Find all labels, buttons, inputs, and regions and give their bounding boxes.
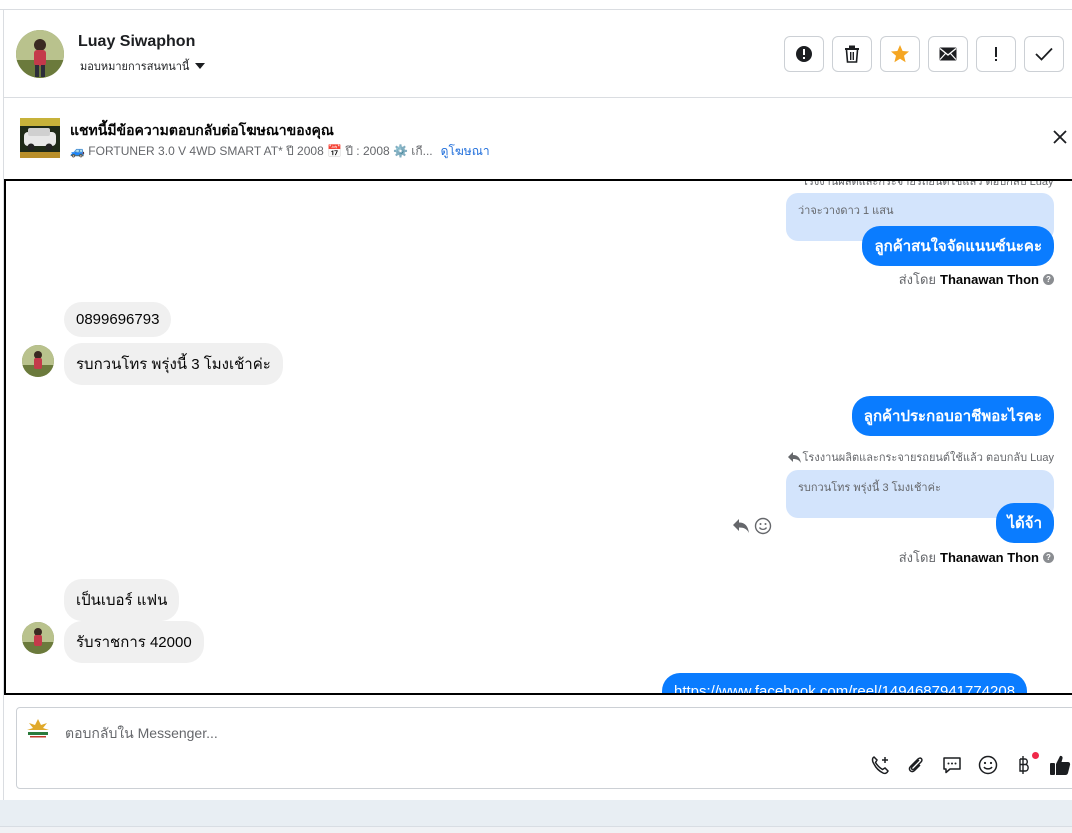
close-banner-button[interactable] [1052,129,1068,145]
reply-input[interactable]: ตอบกลับใน Messenger... [65,723,218,745]
like-icon [1050,755,1071,775]
emoji-button[interactable] [977,754,999,776]
sender-name: Thanawan Thon [940,272,1039,287]
outgoing-message[interactable]: ลูกค้าประกอบอาชีพอะไรคะ [851,396,1054,436]
incoming-message[interactable]: รบกวนโทร พรุ่งนี้ 3 โมงเช้าค่ะ [64,343,283,385]
mail-icon [939,47,957,61]
reply-context-top: โรงงานผลิตและกระจายรถยนต์ใช้แล้ว ตอบกลับ… [802,179,1054,190]
alert-circle-icon [796,46,812,62]
contact-avatar[interactable] [16,30,64,78]
reply-context-text: โรงงานผลิตและกระจายรถยนต์ใช้แล้ว ตอบกลับ… [802,179,1054,188]
outgoing-message[interactable]: ได้จ้า [995,503,1054,543]
sent-by-prefix: ส่งโดย [898,550,937,565]
contact-name[interactable]: Luay Siwaphon [78,33,195,51]
ad-description: 🚙 FORTUNER 3.0 V 4WD SMART AT* ปี 2008 📅… [70,144,433,158]
mark-unread-button[interactable] [928,36,968,72]
outgoing-message[interactable]: ลูกค้าสนใจจัดแนนซ์นะคะ [862,226,1054,266]
trash-icon [845,45,859,63]
contact-avatar-small [22,622,54,654]
payment-button[interactable] [1013,752,1039,776]
star-icon [891,45,909,63]
attachment-icon [908,757,923,773]
header-actions [784,36,1064,72]
info-icon[interactable]: ? [1043,552,1054,563]
emoji-icon [978,755,998,775]
ad-thumbnail[interactable] [20,118,60,158]
saved-reply-icon [943,757,961,774]
priority-button[interactable] [976,36,1016,72]
exclamation-icon [995,47,997,61]
ad-banner-title: แชทนี้มีข้อความตอบกลับต่อโฆษณาของคุณ [70,122,334,138]
caret-down-icon [195,63,206,69]
incoming-message[interactable]: รับราชการ 42000 [64,621,204,663]
quoted-text: ว่าจะวางดาว 1 แสน [798,205,894,217]
sender-name: Thanawan Thon [940,550,1039,565]
follow-up-button[interactable] [880,36,920,72]
sent-by-label: ส่งโดย Thanawan Thon ? [899,269,1054,290]
reply-icon[interactable] [732,518,750,534]
notification-dot [1032,752,1039,759]
attach-file-button[interactable] [905,754,927,776]
quoted-text: รบกวนโทร พรุ่งนี้ 3 โมงเช้าค่ะ [798,482,941,494]
delete-button[interactable] [832,36,872,72]
call-add-icon [871,756,889,775]
composer-toolbar [869,752,1071,776]
sent-by-label: ส่งโดย Thanawan Thon ? [899,547,1054,568]
assign-conversation-dropdown[interactable]: มอบหมายการสนทนานี้ [80,57,206,75]
react-emoji-icon[interactable] [754,517,772,535]
ad-banner-subtitle: 🚙 FORTUNER 3.0 V 4WD SMART AT* ปี 2008 📅… [70,142,490,161]
outgoing-link-message[interactable]: https://www.facebook.com/reel/1494687941… [662,673,1028,693]
mark-done-button[interactable] [1024,36,1064,72]
message-composer[interactable]: ตอบกลับใน Messenger... [16,707,1072,789]
saved-replies-button[interactable] [941,754,963,776]
message-hover-actions [732,517,772,535]
ad-reply-banner: แชทนี้มีข้อความตอบกลับต่อโฆษณาของคุณ 🚙 F… [4,99,1072,178]
baht-icon [1019,756,1029,774]
page-logo [25,717,51,739]
message-thread[interactable]: โรงงานผลิตและกระจายรถยนต์ใช้แล้ว ตอบกลับ… [4,179,1072,695]
incoming-message[interactable]: 0899696793 [64,302,172,337]
reply-context-text: โรงงานผลิตและกระจายรถยนต์ใช้แล้ว ตอบกลับ… [802,452,1054,464]
reply-context: โรงงานผลิตและกระจายรถยนต์ใช้แล้ว ตอบกลับ… [787,448,1054,466]
bottom-bar [0,800,1072,826]
assign-label: มอบหมายการสนทนานี้ [80,61,190,73]
like-button[interactable] [1049,754,1071,776]
conversation-header: Luay Siwaphon มอบหมายการสนทนานี้ [4,10,1072,98]
close-icon [1053,130,1067,144]
sent-by-prefix: ส่งโดย [898,272,937,287]
view-ad-link[interactable]: ดูโฆษณา [441,144,490,158]
mark-spam-button[interactable] [784,36,824,72]
messenger-conversation-page: Luay Siwaphon มอบหมายการสนทนานี้ แชทนี้ม… [0,0,1072,833]
contact-avatar-small [22,345,54,377]
bottom-edge [0,826,1072,833]
incoming-message[interactable]: เป็นเบอร์ แฟน [64,579,180,621]
call-add-button[interactable] [869,754,891,776]
check-icon [1035,47,1053,61]
info-icon[interactable]: ? [1043,274,1054,285]
reply-arrow-icon [787,451,801,463]
